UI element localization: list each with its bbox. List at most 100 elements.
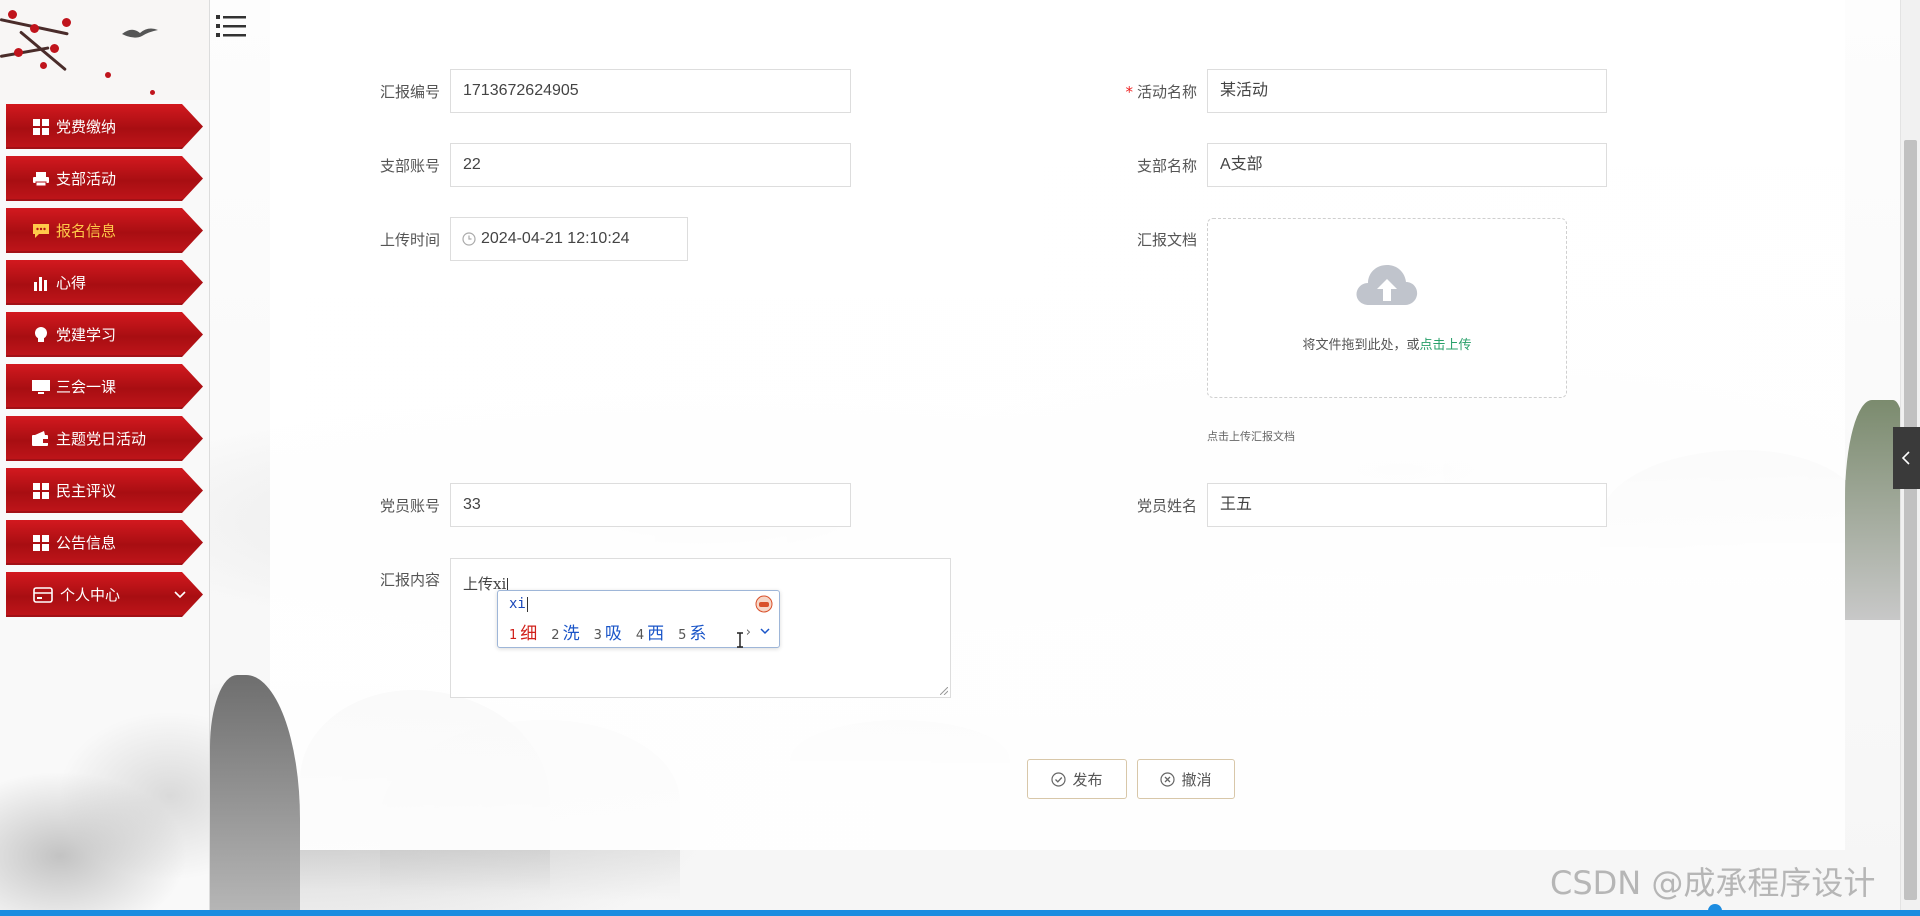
activity-name-input[interactable]: 某活动 (1207, 69, 1607, 113)
lightbulb-icon (32, 326, 50, 344)
menu-toggle-icon[interactable] (216, 12, 246, 40)
sidebar-item-party-study[interactable]: 党建学习 (6, 312, 203, 357)
ime-candidate[interactable]: 5系 (678, 619, 706, 644)
cancel-button-label: 撤消 (1181, 770, 1212, 789)
candidate-text: 细 (520, 624, 538, 644)
sidebar-item-theme-day[interactable]: 主题党日活动 (6, 416, 203, 461)
sidebar-item-branch-activity[interactable]: 支部活动 (6, 156, 203, 201)
sidebar-item-label: 民主评议 (56, 482, 117, 500)
candidate-text: 洗 (562, 624, 580, 644)
cancel-button[interactable]: 撤消 (1137, 759, 1235, 799)
activity-name-label: * 活动名称 (1095, 81, 1197, 102)
required-mark: * (1125, 83, 1133, 101)
mist-decoration (0, 596, 209, 916)
report-no-input[interactable]: 1713672624905 (450, 69, 851, 113)
candidate-number: 3 (593, 628, 602, 643)
member-name-label: 党员姓名 (1136, 497, 1197, 515)
file-upload-dropzone[interactable]: 将文件拖到此处，或点击上传 (1207, 218, 1567, 398)
taskbar-indicator (1708, 904, 1722, 916)
report-content-label: 汇报内容 (379, 571, 440, 589)
watermark: CSDN @成承程序设计 (1550, 864, 1876, 902)
grid-icon (32, 118, 50, 136)
ime-candidate[interactable]: 1细 (509, 619, 537, 644)
click-upload-link[interactable]: 点击上传 (1420, 338, 1472, 353)
scrollbar-thumb[interactable] (1904, 140, 1917, 900)
candidate-text: 西 (647, 624, 665, 644)
ibeam-cursor-icon (737, 632, 743, 648)
report-no-label: 汇报编号 (379, 83, 440, 101)
upload-hint: 将文件拖到此处，或点击上传 (1208, 334, 1566, 353)
sidebar-menu: 党费缴纳 支部活动 报名信息 心得 党建学习 三会一课 主题党日活动 民主评议 … (6, 104, 206, 624)
chevron-left-icon (1901, 451, 1910, 465)
sidebar-item-three-meetings[interactable]: 三会一课 (6, 364, 203, 409)
member-name-input[interactable]: 王五 (1207, 483, 1607, 527)
bird-icon (122, 28, 158, 38)
close-circle-icon (1160, 771, 1176, 787)
sidebar-item-label: 个人中心 (60, 586, 121, 604)
member-account-label: 党员账号 (379, 497, 440, 515)
sidebar-item-label: 三会一课 (56, 378, 117, 396)
grid-icon (32, 482, 50, 500)
publish-button[interactable]: 发布 (1027, 759, 1127, 799)
clock-icon (462, 232, 476, 246)
publish-button-label: 发布 (1072, 770, 1103, 789)
ime-candidate[interactable]: 2洗 (551, 619, 579, 644)
sidebar-item-label: 报名信息 (56, 222, 117, 240)
sidebar-item-label: 党建学习 (56, 326, 117, 344)
candidate-number: 2 (551, 628, 560, 643)
sidebar-item-label: 支部活动 (56, 170, 117, 188)
upload-time-picker[interactable]: 2024-04-21 12:10:24 (450, 217, 688, 261)
upload-time-label: 上传时间 (379, 231, 440, 249)
candidate-text: 吸 (604, 624, 622, 644)
report-doc-label: 汇报文档 (1136, 231, 1197, 249)
upload-time-value: 2024-04-21 12:10:24 (481, 230, 630, 247)
branch-name-label: 支部名称 (1136, 157, 1197, 175)
ime-composition-text: xi (509, 596, 526, 612)
monitor-icon (32, 378, 50, 396)
wallet-icon (32, 430, 50, 448)
sidebar-item-label: 党费缴纳 (56, 118, 117, 136)
sidebar-item-party-fee[interactable]: 党费缴纳 (6, 104, 203, 149)
check-circle-icon (1051, 771, 1067, 787)
sidebar-item-announcements[interactable]: 公告信息 (6, 520, 203, 565)
chevron-down-icon (174, 591, 186, 599)
ime-candidate-list: 1细 2洗 3吸 4西 5系 (509, 619, 706, 644)
chat-icon (32, 222, 50, 240)
sidebar-item-personal-center[interactable]: 个人中心 (6, 572, 203, 617)
bar-chart-icon (32, 274, 50, 292)
taskbar-strip (0, 910, 1920, 916)
branch-account-label: 支部账号 (379, 157, 440, 175)
candidate-number: 5 (678, 628, 687, 643)
candidate-number: 4 (635, 628, 645, 643)
ime-caret (526, 596, 528, 612)
branch-account-input[interactable]: 22 (450, 143, 851, 187)
sidebar-item-signup-info[interactable]: 报名信息 (6, 208, 203, 253)
candidate-text: 系 (689, 624, 707, 644)
sidebar-item-democratic-review[interactable]: 民主评议 (6, 468, 203, 513)
form-panel (270, 0, 1845, 850)
member-account-input[interactable]: 33 (450, 483, 851, 527)
ime-next-page-button[interactable]: › (746, 625, 751, 640)
activity-name-label-text: 活动名称 (1136, 83, 1197, 101)
cloud-upload-icon (1356, 265, 1418, 305)
ime-composition: xi (509, 596, 528, 612)
ime-candidate[interactable]: 4西 (636, 619, 664, 644)
sidebar-item-label: 公告信息 (56, 534, 117, 552)
branch-name-input[interactable]: A支部 (1207, 143, 1607, 187)
sidebar-item-label: 主题党日活动 (56, 430, 147, 448)
printer-icon (32, 170, 50, 188)
resize-grip-icon[interactable] (940, 687, 948, 695)
sidebar-item-label: 心得 (56, 274, 87, 292)
upload-drop-text: 将文件拖到此处，或 (1302, 338, 1420, 353)
candidate-number: 1 (509, 628, 518, 643)
sidebar-item-experience[interactable]: 心得 (6, 260, 203, 305)
sidebar: 党费缴纳 支部活动 报名信息 心得 党建学习 三会一课 主题党日活动 民主评议 … (0, 0, 210, 916)
ime-candidate[interactable]: 3吸 (594, 619, 622, 644)
card-icon (32, 586, 54, 604)
chevron-down-icon[interactable] (759, 625, 771, 637)
upload-tip: 点击上传汇报文档 (1207, 430, 1295, 443)
grid-icon (32, 534, 50, 552)
ime-logo-icon[interactable] (755, 595, 773, 613)
plum-blossom-decoration (0, 0, 209, 100)
collapse-panel-button[interactable] (1893, 427, 1920, 489)
